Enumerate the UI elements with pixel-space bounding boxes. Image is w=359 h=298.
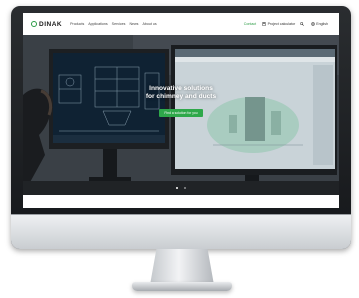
nav-item-about-us[interactable]: About us bbox=[142, 22, 156, 26]
dinak-logo-icon bbox=[31, 21, 37, 27]
main-nav: Products Applications Services News Abou… bbox=[70, 22, 161, 26]
hero-cta-button[interactable]: Find a solution for you bbox=[159, 109, 203, 117]
nav-item-applications[interactable]: Applications bbox=[88, 22, 107, 26]
monitor-stand bbox=[150, 249, 214, 285]
calculator-icon bbox=[262, 22, 266, 26]
monitor-chin bbox=[11, 214, 351, 249]
hero-title-line-2: for chimney and ducts bbox=[145, 93, 217, 100]
site-header: DINAK Products Applications Services New… bbox=[23, 13, 339, 36]
hero-content: Innovative solutions for chimney and duc… bbox=[23, 85, 339, 119]
desktop-monitor: DINAK Products Applications Services New… bbox=[11, 6, 351, 249]
project-calculator-label: Project calculator bbox=[267, 22, 296, 26]
contact-link[interactable]: Contact bbox=[244, 22, 256, 26]
monitor-base bbox=[132, 282, 232, 291]
slider-dot-2[interactable] bbox=[184, 187, 187, 189]
page-content-below-hero bbox=[23, 195, 339, 208]
nav-item-products[interactable]: Products bbox=[70, 22, 84, 26]
slider-dots bbox=[23, 176, 339, 194]
search-icon bbox=[300, 22, 305, 26]
project-calculator-link[interactable]: Project calculator bbox=[262, 22, 295, 26]
header-tools: Contact Project calculator English bbox=[244, 22, 333, 26]
nav-item-services[interactable]: Services bbox=[112, 22, 126, 26]
hero-banner: Innovative solutions for chimney and duc… bbox=[23, 35, 339, 195]
hero-title-line-1: Innovative solutions bbox=[149, 85, 213, 92]
site-logo[interactable]: DINAK bbox=[31, 21, 62, 28]
language-selector[interactable]: English bbox=[310, 22, 328, 26]
logo-text: DINAK bbox=[39, 20, 63, 28]
slider-dot-1[interactable] bbox=[175, 187, 178, 189]
monitor-screen: DINAK Products Applications Services New… bbox=[23, 13, 339, 208]
globe-icon bbox=[310, 22, 315, 26]
language-label: English bbox=[316, 22, 328, 26]
nav-item-news[interactable]: News bbox=[129, 22, 138, 26]
search-button[interactable] bbox=[300, 22, 306, 26]
